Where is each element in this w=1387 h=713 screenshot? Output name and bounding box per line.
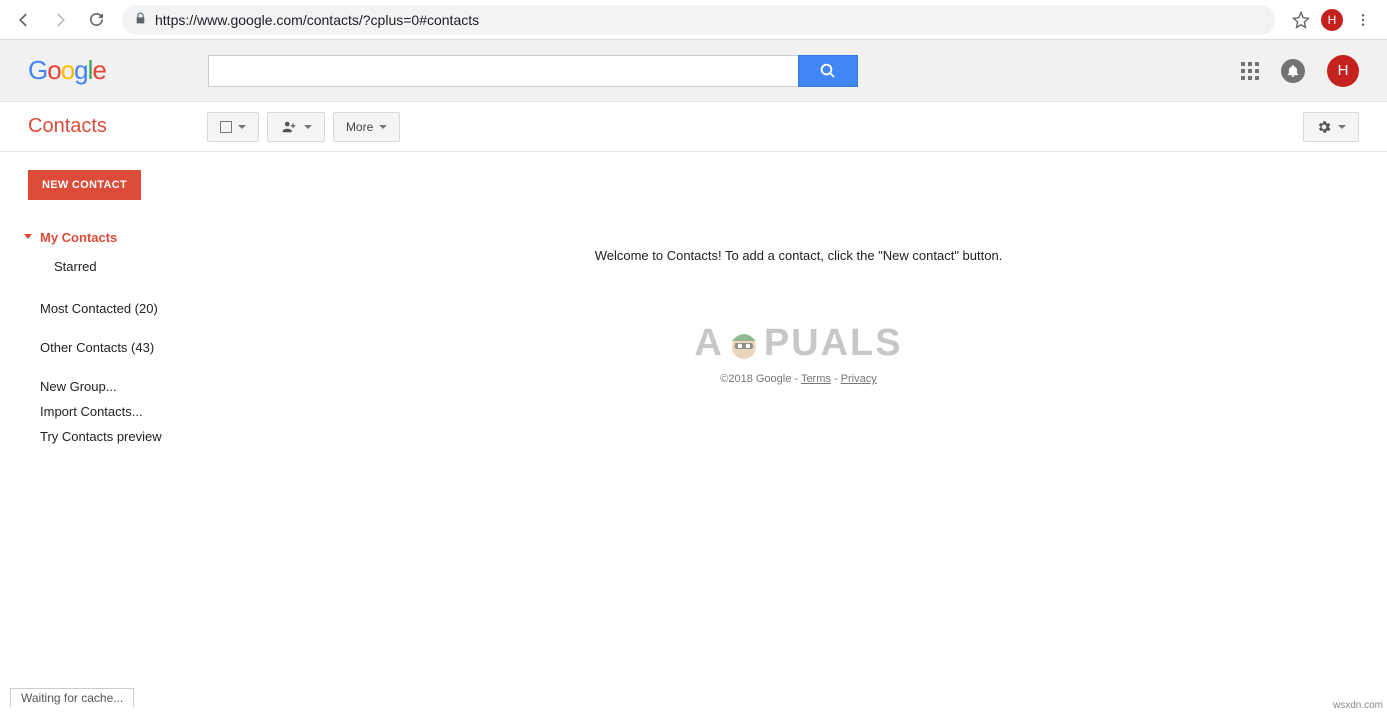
welcome-message: Welcome to Contacts! To add a contact, c… <box>210 248 1387 263</box>
content-area: NEW CONTACT My Contacts Starred Most Con… <box>0 152 1387 713</box>
address-bar[interactable]: https://www.google.com/contacts/?cplus=0… <box>122 5 1275 35</box>
gear-icon <box>1316 119 1332 135</box>
search-input[interactable] <box>208 55 798 87</box>
checkbox-icon <box>220 121 232 133</box>
main-area: Welcome to Contacts! To add a contact, c… <box>210 152 1387 713</box>
back-button[interactable] <box>8 4 40 36</box>
header-right: H <box>1241 55 1359 87</box>
bookmark-star-icon[interactable] <box>1285 4 1317 36</box>
watermark: APUALS <box>694 322 902 365</box>
chevron-down-icon <box>379 125 387 129</box>
google-logo[interactable]: G o o g l e <box>28 55 106 86</box>
select-all-button[interactable] <box>207 112 259 142</box>
chevron-down-icon <box>1338 125 1346 129</box>
notifications-icon[interactable] <box>1281 59 1305 83</box>
add-to-contacts-button[interactable] <box>267 112 325 142</box>
browser-status-bar: Waiting for cache... <box>10 688 134 707</box>
sidebar-item-my-contacts[interactable]: My Contacts <box>0 224 210 251</box>
sidebar-item-new-group[interactable]: New Group... <box>0 374 210 399</box>
url-text: https://www.google.com/contacts/?cplus=0… <box>155 12 479 28</box>
chevron-down-icon <box>238 125 246 129</box>
browser-menu-icon[interactable] <box>1347 4 1379 36</box>
apps-icon[interactable] <box>1241 62 1259 80</box>
sidebar: NEW CONTACT My Contacts Starred Most Con… <box>0 152 210 713</box>
page-title[interactable]: Contacts <box>28 115 107 138</box>
sidebar-item-most-contacted[interactable]: Most Contacted (20) <box>0 296 210 321</box>
terms-link[interactable]: Terms <box>801 373 831 385</box>
copyright-text: ©2018 Google <box>720 373 791 385</box>
reload-button[interactable] <box>80 4 112 36</box>
sidebar-item-import-contacts[interactable]: Import Contacts... <box>0 399 210 424</box>
search-icon <box>819 62 837 80</box>
browser-toolbar: https://www.google.com/contacts/?cplus=0… <box>0 0 1387 40</box>
forward-button[interactable] <box>44 4 76 36</box>
person-add-icon <box>280 120 298 134</box>
new-contact-button[interactable]: NEW CONTACT <box>28 170 141 200</box>
collapse-triangle-icon <box>24 234 32 239</box>
source-watermark: wsxdn.com <box>1333 700 1383 711</box>
browser-profile-avatar[interactable]: H <box>1321 9 1343 31</box>
search-box <box>208 55 858 87</box>
footer: ©2018 Google - Terms - Privacy <box>210 373 1387 385</box>
more-button[interactable]: More <box>333 112 400 142</box>
search-button[interactable] <box>798 55 858 87</box>
google-header: G o o g l e H <box>0 40 1387 102</box>
chevron-down-icon <box>304 125 312 129</box>
sidebar-item-try-preview[interactable]: Try Contacts preview <box>0 424 210 449</box>
sidebar-item-starred[interactable]: Starred <box>0 251 210 282</box>
app-toolbar: Contacts More <box>0 102 1387 152</box>
sidebar-item-other-contacts[interactable]: Other Contacts (43) <box>0 335 210 360</box>
privacy-link[interactable]: Privacy <box>841 373 877 385</box>
account-avatar[interactable]: H <box>1327 55 1359 87</box>
settings-button[interactable] <box>1303 112 1359 142</box>
lock-icon <box>134 12 147 28</box>
